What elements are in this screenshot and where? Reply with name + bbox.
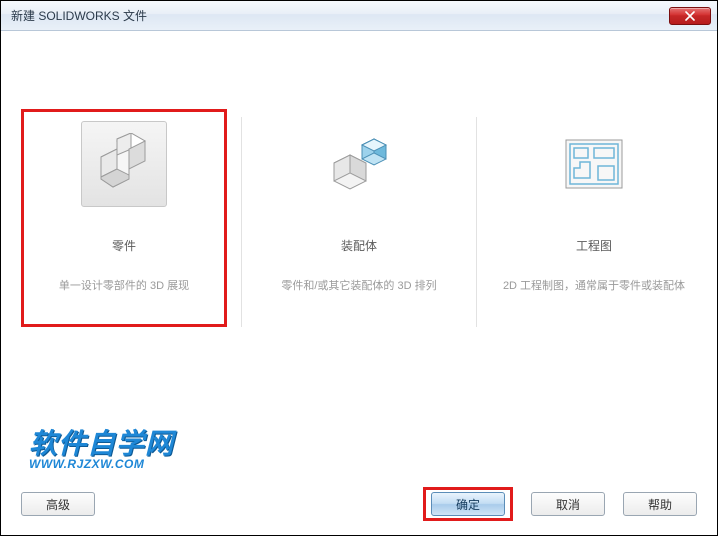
option-assembly-title: 装配体 <box>262 237 456 254</box>
advanced-button[interactable]: 高级 <box>21 492 95 516</box>
option-part[interactable]: 零件 单一设计零部件的 3D 展现 <box>21 109 227 327</box>
part-icon <box>81 121 167 207</box>
window-title: 新建 SOLIDWORKS 文件 <box>11 7 147 24</box>
titlebar: 新建 SOLIDWORKS 文件 <box>1 1 717 31</box>
dialog-window: 新建 SOLIDWORKS 文件 <box>0 0 718 536</box>
option-assembly-desc: 零件和/或其它装配体的 3D 排列 <box>262 278 456 295</box>
close-icon <box>685 11 695 21</box>
ok-highlight-frame: 确定 <box>423 487 513 521</box>
divider <box>241 117 242 327</box>
option-assembly[interactable]: 装配体 零件和/或其它装配体的 3D 排列 <box>256 109 462 327</box>
option-drawing-title: 工程图 <box>497 237 691 254</box>
divider <box>476 117 477 327</box>
dialog-content: 零件 单一设计零部件的 3D 展现 <box>1 31 717 535</box>
template-options: 零件 单一设计零部件的 3D 展现 <box>21 109 697 327</box>
ok-button[interactable]: 确定 <box>431 492 505 516</box>
drawing-icon <box>551 121 637 207</box>
cancel-button[interactable]: 取消 <box>531 492 605 516</box>
close-button[interactable] <box>669 7 711 25</box>
option-part-title: 零件 <box>27 237 221 254</box>
assembly-icon <box>316 121 402 207</box>
watermark-text: 软件自学网 <box>29 429 174 458</box>
option-drawing[interactable]: 工程图 2D 工程制图，通常属于零件或装配体 <box>491 109 697 327</box>
help-button[interactable]: 帮助 <box>623 492 697 516</box>
right-buttons: 确定 取消 帮助 <box>423 487 697 521</box>
button-row: 高级 确定 取消 帮助 <box>21 487 697 521</box>
watermark: 软件自学网 WWW.RJZXW.COM <box>29 429 174 471</box>
watermark-url: WWW.RJZXW.COM <box>29 458 174 471</box>
option-drawing-desc: 2D 工程制图，通常属于零件或装配体 <box>497 278 691 295</box>
option-part-desc: 单一设计零部件的 3D 展现 <box>27 278 221 295</box>
